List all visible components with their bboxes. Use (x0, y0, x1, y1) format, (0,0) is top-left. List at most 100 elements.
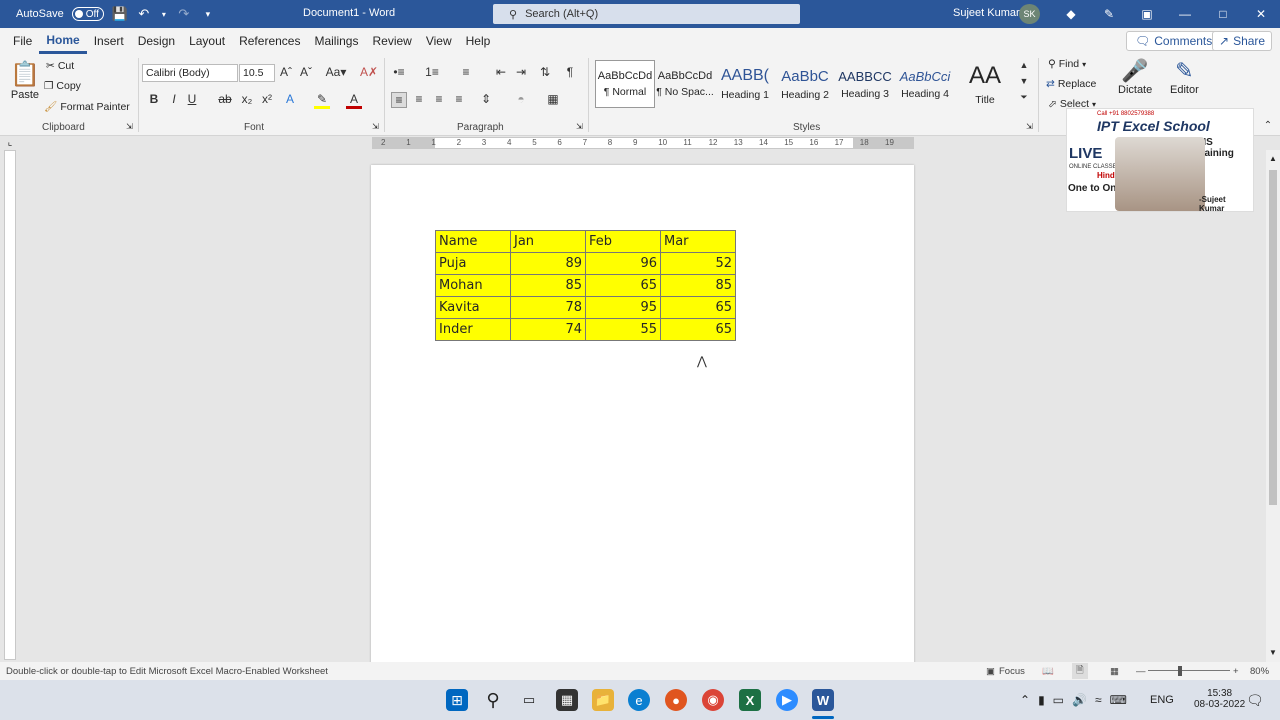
ribbon-display-icon[interactable]: ▣ (1128, 7, 1166, 21)
undo-icon[interactable]: ↶ (136, 6, 152, 22)
excel-icon[interactable]: X (739, 689, 761, 711)
superscript-icon[interactable]: x² (259, 92, 275, 106)
clipboard-launcher-icon[interactable]: ⇲ (126, 122, 133, 131)
subscript-icon[interactable]: x₂ (239, 92, 255, 106)
share-button[interactable]: ↗ Share (1212, 31, 1273, 51)
save-icon[interactable]: 💾 (112, 6, 128, 22)
tab-review[interactable]: Review (365, 28, 418, 54)
bold-icon[interactable]: B (146, 92, 162, 106)
table-cell[interactable]: 85 (510, 274, 586, 297)
minimize-icon[interactable]: — (1166, 7, 1204, 21)
strikethrough-icon[interactable]: ab (217, 92, 233, 106)
focus-button[interactable]: ▣ Focus (986, 666, 1025, 677)
chrome-icon[interactable]: ◉ (702, 689, 724, 711)
word-icon[interactable]: W (812, 689, 834, 711)
table-cell[interactable]: Inder (435, 318, 511, 341)
vertical-ruler[interactable] (4, 150, 16, 660)
file-explorer-icon[interactable]: 📁 (592, 689, 614, 711)
search-box[interactable]: ⚲ Search (Alt+Q) (493, 4, 800, 24)
find-button[interactable]: ⚲ Find ▾ (1048, 58, 1086, 70)
styles-more-icon[interactable]: ⏷ (1016, 92, 1032, 103)
scroll-down-icon[interactable]: ▼ (1269, 648, 1277, 657)
text-effects-icon[interactable]: A (282, 92, 298, 106)
replace-button[interactable]: ⇄ Replace (1046, 78, 1096, 90)
show-formatting-icon[interactable]: ¶ (562, 65, 578, 79)
styles-scroll-down-icon[interactable]: ▼ (1016, 76, 1032, 86)
tab-insert[interactable]: Insert (87, 28, 131, 54)
undo-dropdown-icon[interactable]: ▾ (160, 6, 168, 22)
table-header-cell[interactable]: Feb (585, 230, 661, 253)
tab-references[interactable]: References (232, 28, 307, 54)
user-name[interactable]: Sujeet Kumar (953, 7, 1020, 19)
underline-icon[interactable]: U (184, 92, 200, 106)
highlight-icon[interactable]: ✎ (314, 92, 330, 109)
usb-icon[interactable]: ▮ (1038, 693, 1045, 707)
scrollbar-thumb[interactable] (1269, 170, 1277, 505)
table-cell[interactable]: 95 (585, 296, 661, 319)
diamond-icon[interactable]: ◆ (1052, 7, 1090, 21)
font-size-select[interactable]: 10.5 (239, 64, 275, 82)
comments-button[interactable]: 🗨 Comments (1126, 31, 1222, 51)
keyboard-icon[interactable]: ⌨ (1110, 693, 1127, 707)
embedded-excel-table[interactable]: Name Jan Feb Mar Puja 89 96 52 Mohan 85 … (435, 230, 736, 341)
edge-icon[interactable]: e (628, 689, 650, 711)
notification-icon[interactable]: 🗨 (1246, 692, 1264, 709)
horizontal-ruler[interactable]: 2 1 1 2 3 4 5 6 7 8 9 10 11 12 13 14 15 16 17 18 19 (372, 137, 914, 149)
table-cell[interactable]: 65 (660, 296, 736, 319)
table-cell[interactable]: Puja (435, 252, 511, 275)
table-cell[interactable]: 52 (660, 252, 736, 275)
paste-button[interactable]: 📋 Paste (10, 60, 40, 101)
tab-view[interactable]: View (419, 28, 459, 54)
increase-indent-icon[interactable]: ⇥ (513, 65, 529, 79)
table-cell[interactable]: 85 (660, 274, 736, 297)
style-heading-1[interactable]: AABB(Heading 1 (715, 60, 775, 108)
widgets-icon[interactable]: ▦ (556, 689, 578, 711)
table-cell[interactable]: 78 (510, 296, 586, 319)
tray-chevron-icon[interactable]: ⌃ (1020, 693, 1030, 707)
multilevel-list-icon[interactable]: ≡ (458, 65, 474, 79)
tab-help[interactable]: Help (459, 28, 498, 54)
task-view-icon[interactable]: ▭ (518, 689, 540, 711)
dictate-button[interactable]: 🎤 Dictate (1118, 58, 1152, 96)
grow-font-icon[interactable]: Aˆ (278, 65, 294, 79)
vertical-scrollbar[interactable]: ▲ ▼ (1266, 150, 1280, 662)
print-layout-icon[interactable]: 🗎 (1072, 663, 1088, 679)
zoom-slider-thumb[interactable] (1178, 666, 1182, 676)
scroll-up-icon[interactable]: ▲ (1269, 154, 1277, 163)
align-right-icon[interactable]: ≡ (431, 92, 447, 106)
copy-button[interactable]: ❐ Copy (44, 80, 81, 92)
decrease-indent-icon[interactable]: ⇤ (493, 65, 509, 79)
speaker-icon[interactable]: 🔊 (1072, 693, 1087, 707)
close-icon[interactable]: ✕ (1242, 7, 1280, 21)
search-taskbar-icon[interactable]: ⚲ (482, 689, 504, 711)
style-normal[interactable]: AaBbCcDd ¶ Normal (595, 60, 655, 108)
style-heading-4[interactable]: AaBbCci Heading 4 (895, 60, 955, 108)
align-center-icon[interactable]: ≡ (411, 92, 427, 106)
maximize-icon[interactable]: □ (1204, 7, 1242, 21)
style-title[interactable]: AA Title (955, 60, 1015, 108)
justify-icon[interactable]: ≡ (451, 92, 467, 106)
font-launcher-icon[interactable]: ⇲ (372, 122, 379, 131)
zoom-level[interactable]: 80% (1250, 666, 1269, 677)
numbering-icon[interactable]: 1≡ (424, 65, 440, 79)
style-heading-2[interactable]: AaBbC Heading 2 (775, 60, 835, 108)
bullets-icon[interactable]: •≡ (391, 65, 407, 79)
editor-button[interactable]: ✎ Editor (1170, 58, 1199, 96)
tab-layout[interactable]: Layout (182, 28, 232, 54)
tab-home[interactable]: Home (39, 28, 87, 54)
italic-icon[interactable]: I (166, 92, 182, 106)
shrink-font-icon[interactable]: Aˇ (298, 65, 314, 79)
tab-file[interactable]: File (6, 28, 39, 54)
zoom-out-icon[interactable]: — (1136, 666, 1146, 677)
change-case-icon[interactable]: Aa▾ (324, 65, 348, 79)
battery-icon[interactable]: ▭ (1053, 693, 1064, 707)
language-indicator[interactable]: ENG (1150, 694, 1174, 706)
table-cell[interactable]: 55 (585, 318, 661, 341)
zoom-in-icon[interactable]: + (1233, 666, 1239, 677)
table-cell[interactable]: Kavita (435, 296, 511, 319)
clock[interactable]: 15:38 08-03-2022 (1194, 688, 1245, 710)
table-cell[interactable]: 96 (585, 252, 661, 275)
sort-icon[interactable]: ⇅ (537, 65, 553, 79)
cut-button[interactable]: ✂ Cut (46, 60, 74, 72)
styles-scroll-up-icon[interactable]: ▲ (1016, 60, 1032, 70)
